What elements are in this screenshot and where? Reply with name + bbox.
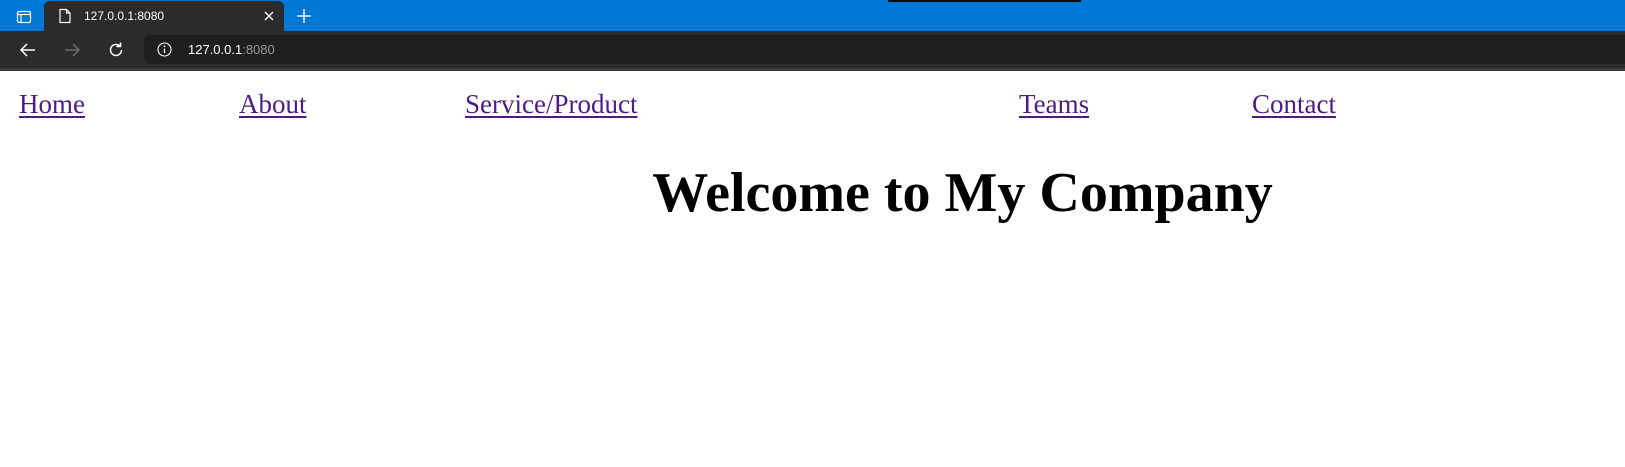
nav-link-teams[interactable]: Teams <box>1019 89 1089 120</box>
url-text: 127.0.0.1:8080 <box>188 42 275 57</box>
window-drag-indicator <box>888 0 1081 2</box>
page-icon <box>59 8 71 24</box>
url-port: :8080 <box>242 42 275 57</box>
tab-strip: 127.0.0.1:8080 <box>0 0 1625 31</box>
nav-link-home[interactable]: Home <box>19 89 85 120</box>
tab-actions-button[interactable] <box>10 6 38 28</box>
browser-tab[interactable]: 127.0.0.1:8080 <box>44 1 284 31</box>
nav-link-about[interactable]: About <box>239 89 307 120</box>
tab-actions-icon <box>16 10 32 24</box>
tab-title: 127.0.0.1:8080 <box>84 9 165 23</box>
close-icon[interactable] <box>262 9 276 23</box>
new-tab-icon[interactable] <box>294 7 314 25</box>
back-arrow-icon <box>19 43 35 57</box>
forward-arrow-icon <box>65 43 81 57</box>
page-title: Welcome to My Company <box>652 162 1273 224</box>
info-icon[interactable] <box>157 42 172 57</box>
reload-icon <box>109 42 123 57</box>
page-content: Home About Service/Product Teams Contact… <box>0 71 1625 467</box>
address-bar[interactable]: 127.0.0.1:8080 <box>144 35 1625 64</box>
back-button[interactable] <box>17 39 39 61</box>
forward-button[interactable] <box>61 39 83 61</box>
browser-toolbar: 127.0.0.1:8080 <box>0 31 1625 68</box>
url-host: 127.0.0.1 <box>188 42 243 57</box>
reload-button[interactable] <box>105 39 127 61</box>
nav-link-service-product[interactable]: Service/Product <box>465 89 637 120</box>
nav-link-contact[interactable]: Contact <box>1252 89 1336 120</box>
